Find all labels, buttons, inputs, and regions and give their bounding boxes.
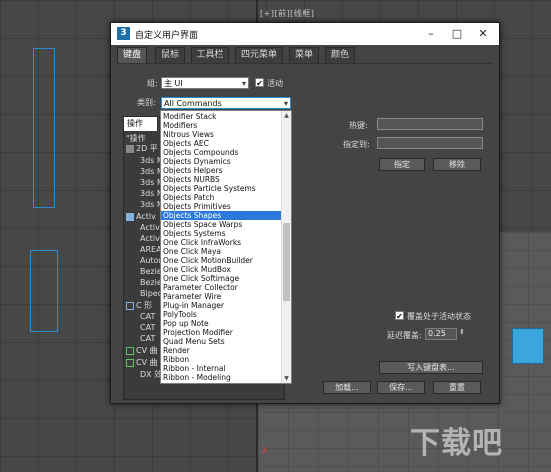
write-keyboard-chart-button[interactable]: 写入键盘表...	[379, 361, 483, 374]
group-select[interactable]: 主 UI ▾	[161, 77, 249, 89]
dropdown-option[interactable]: One Click InfraWorks	[161, 238, 282, 247]
dropdown-option[interactable]: Plug-in Manager	[161, 301, 282, 310]
titlebar: 3 自定义用户界面 – □ ✕	[111, 23, 499, 45]
assigned-to-field[interactable]	[377, 137, 483, 149]
dropdown-option[interactable]: One Click Softimage	[161, 274, 282, 283]
dropdown-option[interactable]: Render	[161, 346, 282, 355]
remove-button[interactable]: 移除	[433, 158, 481, 171]
dropdown-option[interactable]: Parameter Collector	[161, 283, 282, 292]
override-label: 覆盖处于活动状态	[407, 312, 471, 321]
shape-icon	[126, 301, 134, 310]
save-button[interactable]: 保存...	[377, 381, 425, 394]
group-label: 组:	[147, 79, 158, 88]
dropdown-option[interactable]: Objects Systems	[161, 229, 282, 238]
close-button[interactable]: ✕	[473, 26, 493, 42]
category-dropdown-list[interactable]: Modifier Stack Modifiers Nitrous Views Obje…	[160, 110, 292, 384]
dropdown-scrollbar[interactable]: ▲ ▼	[281, 111, 291, 383]
scroll-down-icon[interactable]: ▼	[282, 374, 291, 383]
dropdown-option[interactable]: Objects AEC	[161, 139, 282, 148]
list-item[interactable]: Activ	[140, 223, 160, 232]
tab-keyboard[interactable]: 键盘	[117, 47, 147, 64]
load-button[interactable]: 加载...	[323, 381, 371, 394]
tab-quad-menus[interactable]: 四元菜单	[235, 47, 283, 64]
list-item[interactable]: AREA	[140, 245, 162, 254]
scroll-thumb[interactable]	[283, 223, 290, 301]
list-item[interactable]: CAT	[140, 323, 155, 332]
dropdown-option[interactable]: Ribbon - Internal	[161, 364, 282, 373]
dropdown-option[interactable]: Objects Compounds	[161, 148, 282, 157]
tab-colors[interactable]: 颜色	[325, 47, 355, 64]
maximize-button[interactable]: □	[447, 26, 467, 42]
tab-toolbars[interactable]: 工具栏	[191, 47, 229, 64]
group-value: 主 UI	[164, 79, 183, 88]
list-item[interactable]: CV 曲	[126, 346, 158, 355]
hotkey-input[interactable]	[377, 118, 483, 130]
dropdown-option[interactable]: Parameter Wire	[161, 292, 282, 301]
dropdown-option[interactable]: One Click Maya	[161, 247, 282, 256]
active-checkbox[interactable]: ✔	[255, 78, 264, 88]
viewport-label[interactable]: [+][前][线框]	[260, 8, 314, 19]
viewport-cube	[512, 328, 544, 364]
list-item[interactable]: Activ	[140, 234, 160, 243]
dialog-title: 自定义用户界面	[135, 31, 199, 41]
dropdown-option[interactable]: Objects Patch	[161, 193, 282, 202]
hotkey-label: 热键:	[349, 121, 368, 130]
override-checkbox[interactable]: ✔	[395, 311, 404, 321]
reset-button[interactable]: 重置	[433, 381, 481, 394]
actions-header[interactable]: 操作	[124, 117, 157, 131]
active-checkbox-label: 活动	[267, 79, 283, 88]
axis-label: X	[262, 446, 268, 455]
viewport-shape	[30, 250, 58, 332]
chevron-down-icon: ▾	[283, 99, 288, 108]
minimize-button[interactable]: –	[421, 26, 441, 42]
viewport-shape	[33, 48, 55, 208]
dropdown-option[interactable]: Modifier Stack	[161, 112, 282, 121]
dropdown-option[interactable]: Modifiers	[161, 121, 282, 130]
action-icon	[126, 212, 134, 221]
dropdown-option[interactable]: One Click MudBox	[161, 265, 282, 274]
category-select[interactable]: All Commands ▾	[161, 97, 291, 109]
category-label: 类别:	[137, 98, 156, 107]
dropdown-option[interactable]: Ribbon - Modeling	[161, 373, 282, 382]
assigned-label: 指定到:	[343, 140, 370, 149]
tab-menus[interactable]: 菜单	[289, 47, 319, 64]
action-icon	[126, 144, 134, 153]
list-item[interactable]: Bezie	[140, 267, 162, 276]
delay-label: 延迟覆盖:	[387, 331, 422, 340]
dropdown-option[interactable]: Objects Dynamics	[161, 157, 282, 166]
dropdown-option[interactable]: Objects NURBS	[161, 175, 282, 184]
assign-button[interactable]: 指定	[379, 158, 425, 171]
list-item[interactable]: C 形	[126, 301, 152, 310]
dropdown-option[interactable]: Quad Menu Sets	[161, 337, 282, 346]
curve-icon	[126, 358, 134, 367]
dropdown-option[interactable]: Nitrous Views	[161, 130, 282, 139]
dropdown-option[interactable]: Projection Modifier	[161, 328, 282, 337]
dropdown-option[interactable]: Objects Primitives	[161, 202, 282, 211]
tab-mouse[interactable]: 鼠标	[155, 47, 185, 64]
app-icon: 3	[117, 27, 130, 40]
list-item[interactable]: 2D 平	[126, 144, 158, 153]
list-item[interactable]: Bezie	[140, 278, 162, 287]
dropdown-option[interactable]: PolyTools	[161, 310, 282, 319]
curve-icon	[126, 346, 134, 355]
dropdown-option[interactable]: Objects Particle Systems	[161, 184, 282, 193]
list-item[interactable]: CAT	[140, 312, 155, 321]
scroll-up-icon[interactable]: ▲	[282, 111, 291, 120]
category-value: All Commands	[164, 99, 222, 108]
dropdown-option[interactable]: Ribbon	[161, 355, 282, 364]
list-item[interactable]: Activ	[126, 212, 156, 221]
dropdown-option[interactable]: Objects Space Warps	[161, 220, 282, 229]
dropdown-option[interactable]: One Click MotionBuilder	[161, 256, 282, 265]
dropdown-option[interactable]: Objects Shapes	[161, 211, 282, 220]
list-item[interactable]: CAT	[140, 334, 155, 343]
dropdown-option[interactable]: Objects Helpers	[161, 166, 282, 175]
spinner-arrows-icon[interactable]: ⬍	[459, 328, 465, 336]
dropdown-option[interactable]: Pop up Note	[161, 319, 282, 328]
list-item[interactable]: Autor	[140, 256, 162, 265]
chevron-down-icon: ▾	[241, 79, 246, 88]
watermark: 下载吧	[410, 426, 503, 461]
delay-spinner[interactable]: 0.25	[425, 328, 457, 340]
list-item[interactable]: "操作	[126, 134, 146, 143]
list-item[interactable]: CV 曲	[126, 358, 158, 367]
